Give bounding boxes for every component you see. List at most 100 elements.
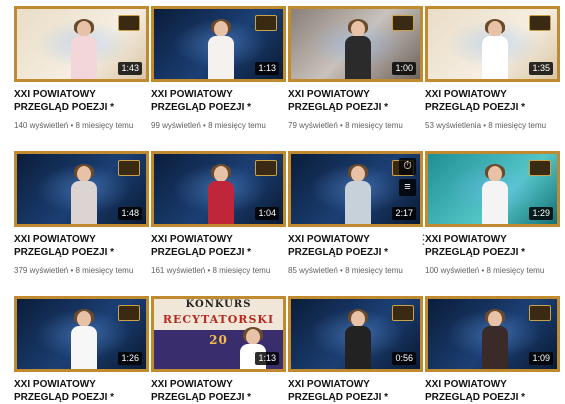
video-card[interactable]: KONKURS RECYTATORSKI 20 1:13 XXI POWIATOWY P… [151, 296, 286, 404]
video-thumbnail[interactable]: 1:29 [425, 151, 560, 227]
festival-logo [529, 15, 551, 31]
video-title[interactable]: XXI POWIATOWY PRZEGLĄD POEZJI * ZŁOTE US… [14, 378, 142, 404]
video-title[interactable]: XXI POWIATOWY PRZEGLĄD POEZJI * ZŁOTE US… [288, 233, 416, 259]
video-thumbnail[interactable]: 1:35 [425, 6, 560, 82]
video-thumbnail[interactable]: 1:04 [151, 151, 286, 227]
performer-figure [69, 164, 99, 224]
view-count: 85 wyświetleń [288, 266, 338, 275]
upload-age: 8 miesięcy temu [212, 266, 271, 275]
video-card[interactable]: 2:17 ⏱ ≡ XXI POWIATOWY PRZEGLĄD POEZJI * ZŁ… [288, 151, 430, 276]
upload-age: 8 miesięcy temu [345, 121, 403, 130]
performer-figure [69, 19, 99, 79]
queue-icon[interactable]: ≡ [399, 179, 416, 196]
video-card[interactable]: 1:00 XXI POWIATOWY PRZEGLĄD POEZJI * ZŁOT… [288, 6, 423, 131]
video-title[interactable]: XXI POWIATOWY PRZEGLĄD POEZJI * ZŁOTE US… [151, 378, 279, 404]
duration-badge: 1:04 [255, 207, 279, 220]
performer-figure [206, 164, 236, 224]
video-card[interactable]: 1:09 XXI POWIATOWY PRZEGLĄD POEZJI * ZŁOT… [425, 296, 560, 404]
duration-badge: 1:48 [118, 207, 142, 220]
duration-badge: 1:00 [392, 62, 416, 75]
video-meta: 85 wyświetleń • 8 miesięcy temu [288, 265, 423, 276]
video-meta: 53 wyświetlenia • 8 miesięcy temu [425, 120, 560, 131]
view-count: 161 wyświetleń [151, 266, 206, 275]
performer-head [488, 311, 502, 327]
festival-logo [392, 305, 414, 321]
performer-head [214, 166, 228, 182]
upload-age: 8 miesięcy temu [75, 121, 134, 130]
festival-logo [118, 15, 140, 31]
video-card[interactable]: 1:13 XXI POWIATOWY PRZEGLĄD POEZJI * ZŁOT… [151, 6, 286, 131]
video-thumbnail[interactable]: 0:56 [288, 296, 423, 372]
performer-body [208, 181, 234, 224]
video-thumbnail[interactable]: KONKURS RECYTATORSKI 20 1:13 [151, 296, 286, 372]
video-title[interactable]: XXI POWIATOWY PRZEGLĄD POEZJI * ZŁOTE US… [425, 378, 553, 404]
performer-body [345, 36, 371, 79]
festival-logo [118, 305, 140, 321]
upload-age: 8 miesięcy temu [488, 121, 547, 130]
meta-separator: • [337, 266, 346, 275]
performer-figure [343, 309, 373, 369]
performer-head [351, 166, 365, 182]
poster-line2: RECYTATORSKI [162, 313, 275, 326]
video-thumbnail[interactable]: 1:43 [14, 6, 149, 82]
video-title[interactable]: XXI POWIATOWY PRZEGLĄD POEZJI * ZŁOTE US… [425, 88, 553, 114]
video-card[interactable]: 1:48 XXI POWIATOWY PRZEGLĄD POEZJI * ZŁOT… [14, 151, 149, 276]
video-grid: 1:43 XXI POWIATOWY PRZEGLĄD POEZJI * ZŁOT… [0, 0, 565, 403]
view-count: 79 wyświetleń [288, 121, 338, 130]
video-title[interactable]: XXI POWIATOWY PRZEGLĄD POEZJI * ZŁOTE US… [288, 88, 416, 114]
meta-separator: • [68, 266, 76, 275]
performer-body [71, 181, 97, 224]
video-thumbnail[interactable]: 1:00 [288, 6, 423, 82]
duration-badge: 1:26 [118, 352, 142, 365]
video-title[interactable]: XXI POWIATOWY PRZEGLĄD POEZJI * ZŁOTE US… [151, 233, 279, 259]
video-meta: 379 wyświetleń • 8 miesięcy temu [14, 265, 149, 276]
clock-icon[interactable]: ⏱ [399, 158, 416, 175]
festival-logo [255, 160, 277, 176]
festival-logo [255, 15, 277, 31]
meta-separator: • [205, 266, 213, 275]
view-count: 379 wyświetleń [14, 266, 69, 275]
performer-head [488, 166, 502, 182]
upload-age: 8 miesięcy temu [345, 266, 403, 275]
performer-head [246, 329, 260, 345]
performer-body [345, 181, 371, 224]
duration-badge: 1:35 [529, 62, 553, 75]
duration-badge: 1:29 [529, 207, 553, 220]
performer-body [208, 36, 234, 79]
performer-head [77, 21, 91, 37]
duration-badge: 0:56 [392, 352, 416, 365]
video-title[interactable]: XXI POWIATOWY PRZEGLĄD POEZJI * ZŁOTE US… [14, 233, 142, 259]
festival-logo [529, 160, 551, 176]
duration-badge: 1:13 [255, 62, 279, 75]
video-thumbnail[interactable]: 1:26 [14, 296, 149, 372]
video-card[interactable]: 1:26 XXI POWIATOWY PRZEGLĄD POEZJI * ZŁOT… [14, 296, 149, 404]
performer-figure [343, 164, 373, 224]
poster-line1: KONKURS [185, 299, 252, 310]
meta-separator: • [200, 121, 209, 130]
video-title[interactable]: XXI POWIATOWY PRZEGLĄD POEZJI * ZŁOTE US… [425, 233, 553, 259]
video-title[interactable]: XXI POWIATOWY PRZEGLĄD POEZJI * ZŁOTE US… [151, 88, 279, 114]
video-card[interactable]: 0:56 XXI POWIATOWY PRZEGLĄD POEZJI * ZŁOT… [288, 296, 423, 404]
performer-head [214, 21, 228, 37]
video-thumbnail[interactable]: 2:17 ⏱ ≡ [288, 151, 423, 227]
performer-figure [343, 19, 373, 79]
video-card[interactable]: 1:35 XXI POWIATOWY PRZEGLĄD POEZJI * ZŁOT… [425, 6, 560, 131]
performer-figure [480, 309, 510, 369]
duration-badge: 1:13 [255, 352, 279, 365]
video-title[interactable]: XXI POWIATOWY PRZEGLĄD POEZJI * ZŁOTE US… [288, 378, 416, 404]
video-card[interactable]: 1:29 XXI POWIATOWY PRZEGLĄD POEZJI * ZŁOT… [425, 151, 560, 276]
video-title[interactable]: XXI POWIATOWY PRZEGLĄD POEZJI * ZŁOTE US… [14, 88, 142, 114]
performer-figure [69, 309, 99, 369]
view-count: 100 wyświetleń [425, 266, 480, 275]
video-thumbnail[interactable]: 1:09 [425, 296, 560, 372]
festival-logo [392, 15, 414, 31]
meta-separator: • [337, 121, 346, 130]
video-card[interactable]: 1:43 XXI POWIATOWY PRZEGLĄD POEZJI * ZŁOT… [14, 6, 149, 131]
festival-logo [529, 305, 551, 321]
performer-head [77, 311, 91, 327]
video-meta: 79 wyświetleń • 8 miesięcy temu [288, 120, 423, 131]
video-thumbnail[interactable]: 1:13 [151, 6, 286, 82]
video-thumbnail[interactable]: 1:48 [14, 151, 149, 227]
performer-body [482, 326, 508, 369]
video-card[interactable]: 1:04 XXI POWIATOWY PRZEGLĄD POEZJI * ZŁOT… [151, 151, 286, 276]
